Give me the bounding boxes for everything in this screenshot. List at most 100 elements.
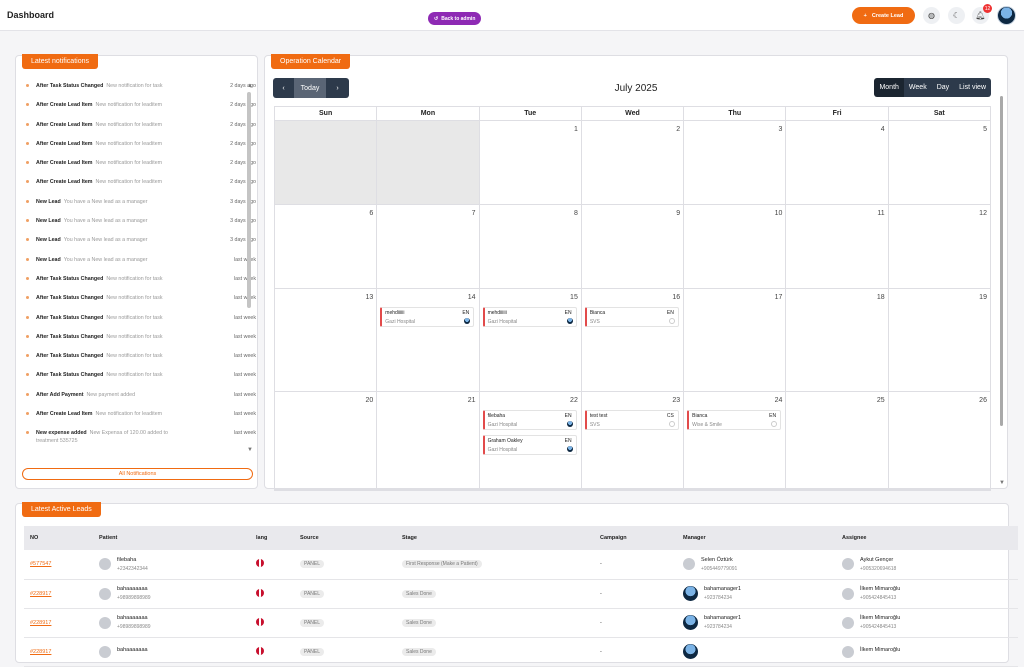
- user-avatar[interactable]: [997, 6, 1016, 25]
- notification-item[interactable]: New Lead You have a New lead as a manager…: [24, 215, 256, 234]
- patient-name: bahaaaaaaa: [117, 615, 148, 621]
- lead-number-link[interactable]: #228917: [30, 620, 51, 626]
- calendar-day-cell[interactable]: 7: [376, 205, 478, 288]
- notification-time: last week: [233, 314, 256, 321]
- notification-item[interactable]: After Create Lead Item New notification f…: [24, 176, 256, 195]
- notification-item[interactable]: After Task Status Changed New notificatio…: [24, 292, 256, 311]
- calendar-day-cell[interactable]: [275, 121, 377, 204]
- all-notifications-button[interactable]: All Notifications: [22, 468, 253, 480]
- calendar-day-cell[interactable]: 8: [478, 205, 581, 288]
- calendar-day-cell[interactable]: 22 filebaha EN Gazi Hospital Graham Oakley EN…: [478, 392, 581, 489]
- calendar-day-cell[interactable]: 24 Bianca EN Wise & Smile: [683, 392, 785, 489]
- calendar-event[interactable]: mehdiiiiii EN Gazi Hospital: [482, 307, 577, 327]
- notification-item[interactable]: After Create Lead Item New notification f…: [24, 119, 256, 138]
- scroll-up-icon[interactable]: ▲: [247, 83, 253, 89]
- notification-item[interactable]: After Task Status Changed New notificatio…: [24, 273, 256, 292]
- notification-text: New notification for leaditem: [95, 121, 163, 128]
- calendar-day-cell[interactable]: 11: [785, 205, 887, 288]
- notification-item[interactable]: After Create Lead Item New notification f…: [24, 408, 256, 427]
- patient-text: bahaaaaaaa +98989898989: [117, 615, 151, 630]
- patient-info: filebaha +2342342344: [99, 557, 256, 572]
- calendar-day-cell[interactable]: 6: [275, 205, 376, 288]
- notification-item[interactable]: New expense added New Expensa of 120.00 a…: [24, 427, 256, 446]
- calendar-day-cell[interactable]: 5: [887, 121, 990, 204]
- calendar-day-cell[interactable]: 23 test test CS SVS: [580, 392, 683, 489]
- view-month-button[interactable]: Month: [874, 78, 904, 97]
- calendar-day-cell[interactable]: 16 Bianca EN SVS: [580, 289, 683, 391]
- calendar-day-cell[interactable]: 9: [580, 205, 683, 288]
- lead-number-link[interactable]: #228917: [30, 591, 51, 597]
- day-number: 3: [778, 126, 783, 133]
- view-week-button[interactable]: Week: [903, 78, 932, 97]
- calendar-day-cell[interactable]: 12: [887, 205, 990, 288]
- notification-item[interactable]: After Task Status Changed New notificatio…: [24, 312, 256, 331]
- back-arrow-icon: ↺: [434, 15, 439, 22]
- calendar-scrollbar[interactable]: [1000, 96, 1003, 426]
- notification-item[interactable]: After Add Payment New payment added last w…: [24, 389, 256, 408]
- calendar-day-cell[interactable]: 26: [887, 392, 990, 489]
- column-header-patient: Patient: [99, 526, 256, 550]
- notification-item[interactable]: New Lead You have a New lead as a manager…: [24, 234, 256, 253]
- notifications-scrollbar[interactable]: [247, 92, 251, 308]
- calendar-day-cell[interactable]: 2: [580, 121, 683, 204]
- scroll-down-icon[interactable]: ▼: [247, 447, 253, 453]
- lead-number-link[interactable]: #577547: [30, 561, 51, 567]
- uk-flag-icon: [256, 588, 264, 597]
- calendar-day-cell[interactable]: 18: [785, 289, 887, 391]
- calendar-event[interactable]: Bianca EN Wise & Smile: [687, 410, 782, 430]
- calendar-event[interactable]: test test CS SVS: [584, 410, 679, 430]
- weekday-sat: Sat: [887, 107, 990, 120]
- source-badge: PANEL: [300, 618, 325, 627]
- notification-bell-icon[interactable]: 🔔︎ 12: [972, 4, 992, 24]
- event-hospital: Gazi Hospital: [487, 447, 518, 453]
- calendar-event[interactable]: Bianca EN SVS: [584, 307, 679, 327]
- calendar-event[interactable]: Graham Oakley EN Gazi Hospital: [482, 435, 577, 455]
- table-row[interactable]: #228917 bahaaaaaaa +98989898989 PANEL Sales …: [24, 579, 1018, 609]
- leads-title: Latest Active Leads: [22, 502, 101, 517]
- notification-content: After Task Status Changed New notificatio…: [36, 276, 163, 282]
- calendar-event[interactable]: filebaha EN Gazi Hospital: [482, 410, 577, 430]
- calendar-event[interactable]: mehdiiiiii EN Gazi Hospital: [380, 307, 475, 327]
- calendar-day-cell[interactable]: 17: [683, 289, 785, 391]
- calendar-day-cell[interactable]: 15 mehdiiiiii EN Gazi Hospital: [478, 289, 581, 391]
- stage-cell: Sales Done: [402, 579, 600, 609]
- calendar-day-cell[interactable]: 10: [683, 205, 785, 288]
- calendar-day-cell[interactable]: 20: [275, 392, 376, 489]
- back-to-admin-button[interactable]: ↺ Back to admin: [428, 12, 482, 25]
- table-row[interactable]: #228917 bahaaaaaaa PANEL Sales Done - İlkem M…: [24, 637, 1018, 667]
- lead-number-link[interactable]: #228917: [30, 649, 51, 655]
- view-list-view-button[interactable]: List view: [954, 78, 991, 97]
- calendar-day-cell[interactable]: 1: [478, 121, 581, 204]
- notification-title: After Create Lead Item: [36, 411, 93, 418]
- uk-flag-icon: [256, 617, 264, 626]
- calendar-day-cell[interactable]: 13: [275, 289, 376, 391]
- notification-item[interactable]: After Task Status Changed New notificatio…: [24, 80, 256, 99]
- notification-item[interactable]: After Create Lead Item New notification f…: [24, 157, 256, 176]
- notification-item[interactable]: After Task Status Changed New notificatio…: [24, 369, 256, 388]
- notification-text: You have a New lead as a manager: [63, 218, 148, 225]
- notification-item[interactable]: New Lead You have a New lead as a manager…: [24, 196, 256, 215]
- event-hospital: Gazi Hospital: [487, 319, 518, 325]
- manager-info: Selen Öztürk +905449779091: [683, 557, 842, 572]
- calendar-day-cell[interactable]: 21: [376, 392, 478, 489]
- notification-item[interactable]: After Task Status Changed New notificatio…: [24, 331, 256, 350]
- language-globe-icon[interactable]: ◍: [923, 7, 940, 24]
- calendar-day-cell[interactable]: 4: [785, 121, 887, 204]
- calendar-day-cell[interactable]: 3: [683, 121, 785, 204]
- assignee-name: Aykut Gençer: [860, 556, 894, 563]
- create-lead-button[interactable]: + Create Lead: [852, 7, 915, 24]
- notification-text: New notification for task: [106, 333, 163, 340]
- calendar-day-cell[interactable]: 19: [887, 289, 990, 391]
- calendar-day-cell[interactable]: [376, 121, 479, 204]
- calendar-day-cell[interactable]: 14 mehdiiiiii EN Gazi Hospital: [376, 289, 478, 391]
- notification-item[interactable]: New Lead You have a New lead as a manager…: [24, 254, 256, 273]
- dark-mode-moon-icon[interactable]: ☾: [948, 7, 965, 24]
- table-row[interactable]: #577547 filebaha +2342342344 PANEL First Res…: [24, 550, 1018, 580]
- notification-item[interactable]: After Task Status Changed New notificatio…: [24, 350, 256, 369]
- notification-item[interactable]: After Create Lead Item New notification f…: [24, 138, 256, 157]
- calendar-scroll-down-icon[interactable]: ▼: [999, 480, 1005, 486]
- view-day-button[interactable]: Day: [931, 78, 955, 97]
- calendar-day-cell[interactable]: 25: [785, 392, 887, 489]
- table-row[interactable]: #228917 bahaaaaaaa +98989898989 PANEL Sales …: [24, 608, 1018, 638]
- notification-item[interactable]: After Create Lead Item New notification f…: [24, 99, 256, 118]
